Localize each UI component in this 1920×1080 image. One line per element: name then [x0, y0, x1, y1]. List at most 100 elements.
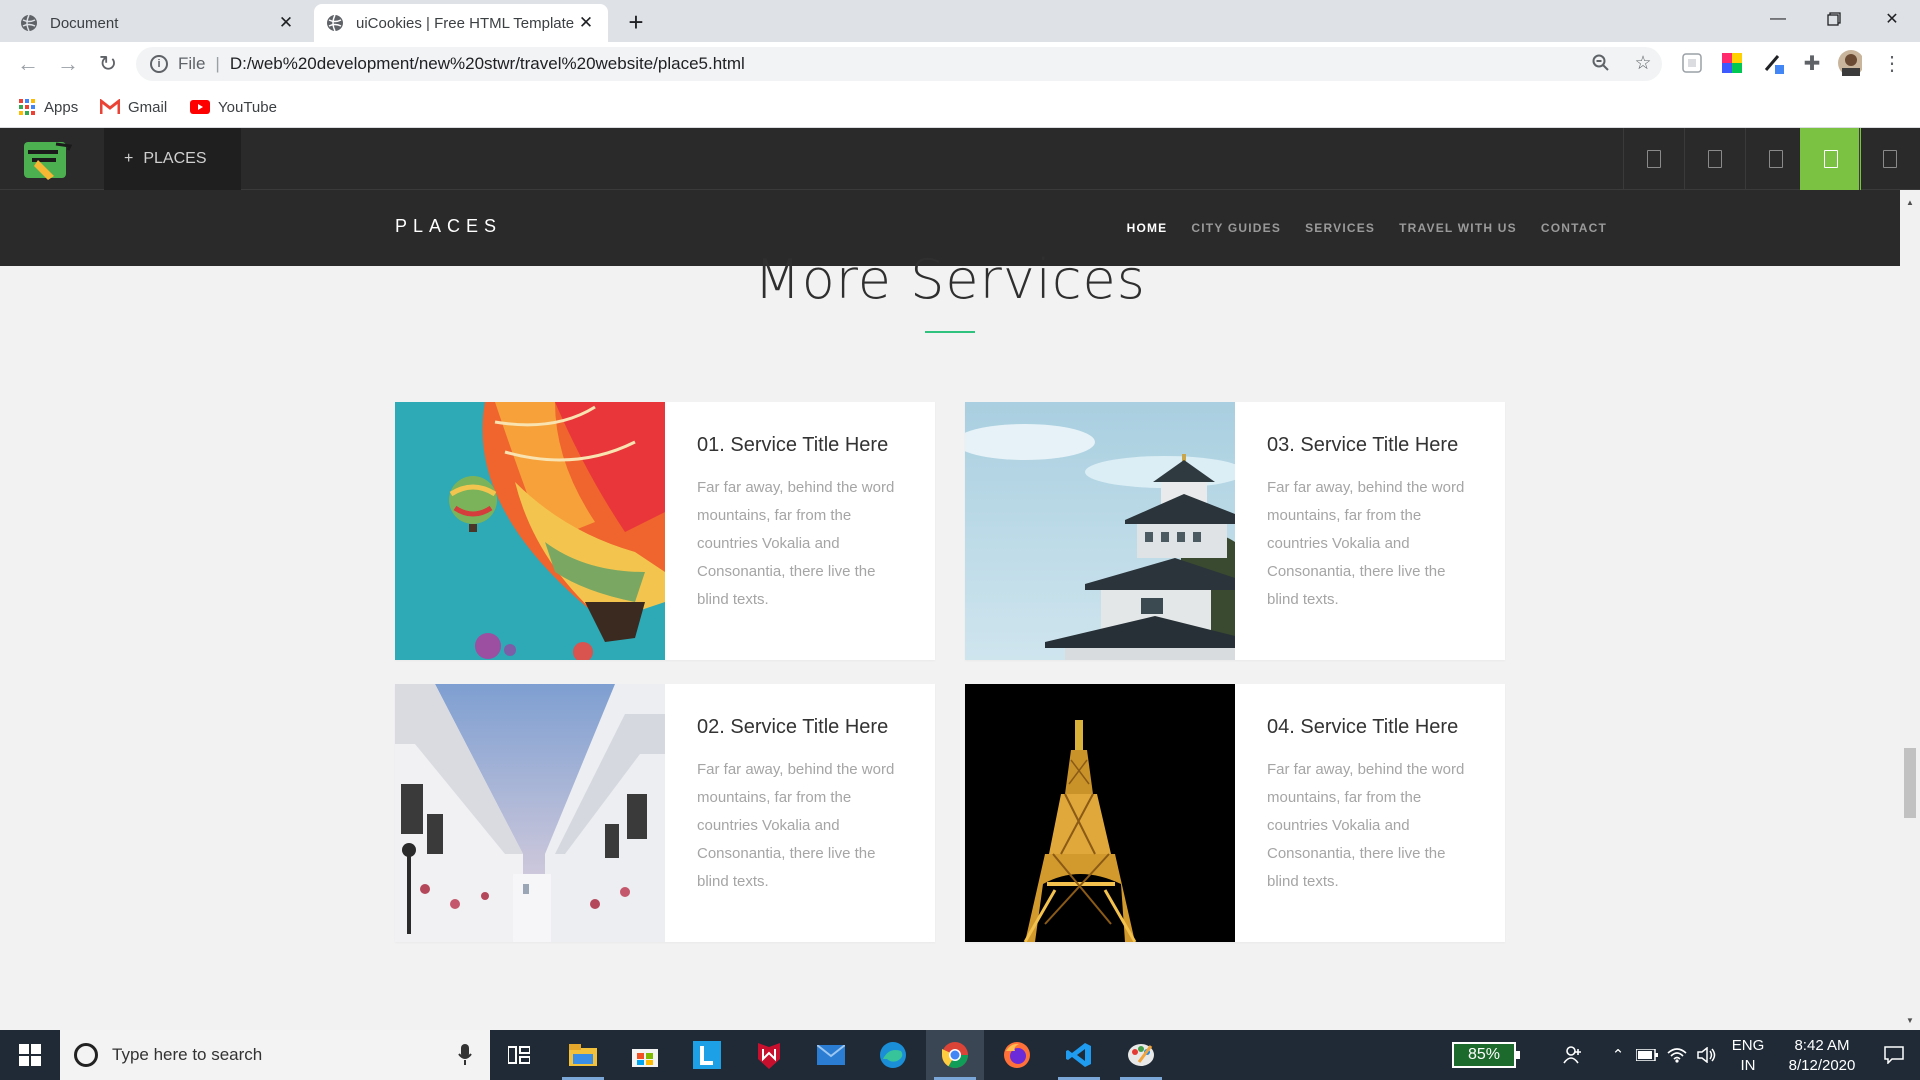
edge-browser-icon[interactable]	[864, 1030, 922, 1080]
clock-date: 8/12/2020	[1788, 1057, 1856, 1074]
zoom-icon[interactable]	[1586, 48, 1616, 78]
people-icon[interactable]	[1558, 1030, 1588, 1080]
device-preview-button-active[interactable]	[1800, 128, 1861, 190]
file-explorer-icon[interactable]	[554, 1030, 612, 1080]
japanese-castle-photo	[965, 402, 1235, 660]
nav-link-services[interactable]: SERVICES	[1305, 221, 1375, 235]
close-window-icon[interactable]: ✕	[1864, 0, 1920, 38]
service-description: Far far away, behind the word mountains,…	[1267, 479, 1465, 608]
service-title: 01. Service Title Here	[697, 434, 889, 456]
device-screen-icon	[1708, 150, 1722, 168]
device-preview-button[interactable]	[1684, 128, 1745, 190]
taskbar-clock[interactable]: 8:42 AM 8/12/2020	[1774, 1036, 1870, 1076]
browser-tab-strip: Document ✕ uiCookies | Free HTML Templat…	[0, 0, 1920, 42]
site-menu: HOME CITY GUIDES SERVICES TRAVEL WITH US…	[1127, 221, 1607, 235]
service-title: 03. Service Title Here	[1267, 434, 1459, 456]
device-screen-icon	[1823, 150, 1838, 168]
tab-title: Document	[50, 14, 119, 32]
address-url: D:/web%20development/new%20stwr/travel%2…	[229, 54, 745, 73]
device-screen-icon	[1883, 150, 1897, 168]
extensions-puzzle-icon[interactable]: ✚	[1800, 51, 1824, 75]
nav-link-contact[interactable]: CONTACT	[1541, 221, 1607, 235]
device-preview-button[interactable]	[1859, 128, 1920, 190]
device-preview-button[interactable]	[1745, 128, 1806, 190]
service-card[interactable]: 01. Service Title Here Far far away, beh…	[395, 402, 935, 660]
info-icon[interactable]: i	[150, 55, 168, 73]
extension-pen-icon[interactable]	[1762, 51, 1786, 75]
taskbar-search-box[interactable]: Type here to search	[60, 1030, 490, 1080]
mail-icon[interactable]	[802, 1030, 860, 1080]
address-bar[interactable]: i File | D:/web%20development/new%20stwr…	[136, 47, 1662, 81]
task-view-icon[interactable]	[490, 1030, 548, 1080]
nav-link-home[interactable]: HOME	[1127, 221, 1168, 235]
forward-arrow-icon[interactable]: →	[52, 48, 84, 80]
profile-avatar-icon[interactable]	[1838, 50, 1862, 76]
bookmark-label: Apps	[44, 98, 79, 116]
reload-icon[interactable]: ↻	[92, 48, 124, 80]
notification-center-icon[interactable]	[1872, 1030, 1916, 1080]
template-preview-bar: + PLACES	[0, 128, 1920, 190]
service-card[interactable]: 04. Service Title Here Far far away, beh…	[965, 684, 1505, 942]
globe-icon	[21, 14, 37, 32]
input-language-indicator[interactable]: ENG IN	[1728, 1036, 1768, 1076]
scrollbar-thumb[interactable]	[1904, 748, 1916, 818]
bookmarks-bar: Apps Gmail YouTube	[0, 86, 1920, 128]
page-scrollbar[interactable]: ▲ ▼	[1900, 190, 1920, 1030]
extension-color-picker-icon[interactable]	[1720, 51, 1744, 75]
back-arrow-icon[interactable]: ←	[12, 48, 44, 80]
nav-link-travel-with-us[interactable]: TRAVEL WITH US	[1399, 221, 1517, 235]
service-title: 04. Service Title Here	[1267, 716, 1459, 738]
mcafee-icon[interactable]	[740, 1030, 798, 1080]
site-brand[interactable]: PLACES	[395, 216, 502, 237]
browser-tab-uicookies[interactable]: uiCookies | Free HTML Template ✕	[314, 4, 608, 42]
service-description: Far far away, behind the word mountains,…	[1267, 761, 1465, 890]
battery-percentage-badge[interactable]: 85%	[1452, 1042, 1520, 1068]
chrome-browser-icon[interactable]	[926, 1030, 984, 1080]
restore-icon[interactable]	[1806, 0, 1862, 38]
cortana-icon	[74, 1043, 98, 1067]
template-places-tab[interactable]: + PLACES	[104, 128, 241, 190]
white-street-photo	[395, 684, 665, 942]
device-preview-button[interactable]	[1623, 128, 1684, 190]
clock-time: 8:42 AM	[1794, 1037, 1850, 1054]
volume-icon[interactable]	[1694, 1030, 1720, 1080]
scroll-down-arrow-icon[interactable]: ▼	[1900, 1012, 1920, 1028]
microsoft-store-icon[interactable]	[616, 1030, 674, 1080]
firefox-icon[interactable]	[988, 1030, 1046, 1080]
browser-tab-document[interactable]: Document ✕	[8, 4, 308, 42]
new-tab-button[interactable]: +	[622, 7, 650, 37]
menu-dots-icon[interactable]: ⋮	[1880, 51, 1904, 75]
battery-icon[interactable]	[1634, 1030, 1660, 1080]
microphone-icon[interactable]	[458, 1044, 472, 1066]
uicookies-logo[interactable]	[18, 136, 74, 184]
bookmark-gmail[interactable]: Gmail	[100, 96, 167, 118]
service-card[interactable]: 03. Service Title Here Far far away, beh…	[965, 402, 1505, 660]
wifi-icon[interactable]	[1664, 1030, 1690, 1080]
device-screen-icon	[1769, 150, 1783, 168]
extension-pocket-icon[interactable]	[1680, 51, 1704, 75]
paint-app-icon[interactable]	[1112, 1030, 1170, 1080]
language-code: ENG	[1731, 1037, 1765, 1054]
close-tab-icon[interactable]: ✕	[276, 13, 296, 33]
windows-start-button[interactable]	[0, 1030, 60, 1080]
globe-icon	[327, 14, 343, 32]
bookmark-label: Gmail	[128, 98, 168, 116]
minimize-icon[interactable]: —	[1750, 0, 1806, 38]
vscode-icon[interactable]	[1050, 1030, 1108, 1080]
apps-grid-icon	[19, 99, 35, 115]
service-card[interactable]: 02. Service Title Here Far far away, beh…	[395, 684, 935, 942]
show-hidden-icons-chevron-icon[interactable]: ⌃	[1606, 1030, 1630, 1080]
section-title: More Services	[754, 248, 1146, 311]
close-tab-icon[interactable]: ✕	[576, 13, 596, 33]
template-places-label: PLACES	[143, 150, 207, 167]
nav-link-city-guides[interactable]: CITY GUIDES	[1191, 221, 1281, 235]
bookmark-label: YouTube	[218, 98, 277, 116]
bookmark-apps[interactable]: Apps	[18, 96, 78, 118]
scroll-up-arrow-icon[interactable]: ▲	[1900, 194, 1920, 210]
l-app-icon[interactable]	[678, 1030, 736, 1080]
service-title: 02. Service Title Here	[697, 716, 889, 738]
windows-taskbar: Type here to search 85% ⌃ ENG IN 8:42 AM…	[0, 1030, 1920, 1080]
page-viewport: + PLACES PLACES HOME CITY GUIDES SERVICE…	[0, 128, 1920, 1030]
bookmark-star-icon[interactable]: ☆	[1628, 48, 1658, 78]
bookmark-youtube[interactable]: YouTube	[190, 96, 277, 118]
